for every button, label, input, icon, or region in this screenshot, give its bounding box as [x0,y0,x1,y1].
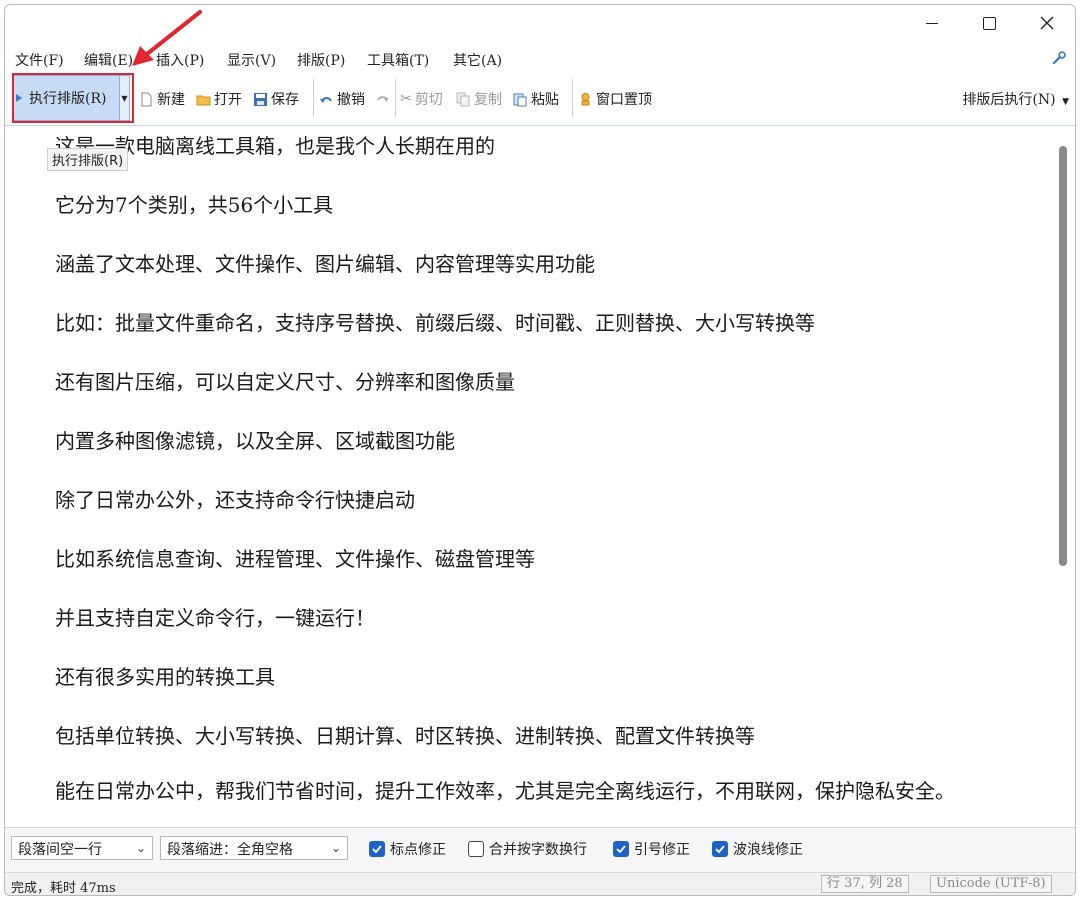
checkbox-checked-icon [369,841,385,857]
minimize-icon [926,22,938,24]
save-disk-icon [254,92,267,106]
paragraph: 还有很多实用的转换工具 [55,665,275,689]
options-bar: 段落间空一行 ⌄ 段落缩进：全角空格 ⌄ 标点修正 合并按字数换行 引号修正 波… [5,827,1075,872]
paragraph: 能在日常办公中，帮我们节省时间，提升工作效率，尤其是完全离线运行，不用联网，保护… [55,779,955,803]
cut-button[interactable]: ✂ 剪切 [400,89,443,109]
paste-icon [513,93,527,106]
copy-button[interactable]: 复制 [456,89,502,109]
close-button[interactable] [1019,5,1075,41]
chevron-down-icon: ⌄ [330,841,341,855]
copy-label: 复制 [474,92,502,108]
minimize-button[interactable] [904,5,960,41]
status-bar: 完成，耗时 47ms 行 37, 列 28 Unicode (UTF-8) [5,872,1075,896]
paragraph: 包括单位转换、大小写转换、日期计算、时区转换、进制转换、配置文件转换等 [55,724,755,748]
menu-file[interactable]: 文件(F) [15,50,64,70]
checkbox-checked-icon [712,841,728,857]
para-indent-value: 段落缩进：全角空格 [167,842,293,858]
para-spacing-value: 段落间空一行 [18,842,102,858]
title-bar [5,5,1075,45]
vertical-scrollbar[interactable] [1059,146,1067,566]
checkbox-label: 波浪线修正 [733,842,803,858]
paragraph: 并且支持自定义命令行，一键运行！ [55,606,375,630]
paragraph: 它分为7个类别，共56个小工具 [55,193,334,217]
paragraph: 还有图片压缩，可以自定义尺寸、分辨率和图像质量 [55,370,515,394]
cursor-position: 行 37, 列 28 [821,875,909,893]
para-indent-select[interactable]: 段落缩进：全角空格 ⌄ [160,836,348,860]
maximize-button[interactable] [961,5,1017,41]
caret-down-icon: ▼ [121,93,128,103]
save-button[interactable]: 保存 [253,89,299,109]
checkbox-label: 标点修正 [390,842,446,858]
pin-window-label: 窗口置顶 [596,92,652,108]
paragraph: 比如：批量文件重命名，支持序号替换、前缀后缀、时间戳、正则替换、大小写转换等 [55,311,815,335]
paragraph: 内置多种图像滤镜，以及全屏、区域截图功能 [55,429,455,453]
checkbox-punctuation[interactable]: 标点修正 [369,839,446,859]
run-layout-dropdown[interactable]: ▼ [120,75,130,121]
wrench-icon[interactable] [1051,50,1067,66]
menu-layout[interactable]: 排版(P) [297,50,345,70]
pin-icon [581,92,590,105]
new-label: 新建 [157,92,185,108]
checkbox-tilde[interactable]: 波浪线修正 [712,839,803,859]
checkbox-label: 引号修正 [634,842,690,858]
menu-view[interactable]: 显示(V) [227,50,276,70]
run-layout-label: 执行排版(R) [29,91,107,107]
undo-label: 撤销 [337,92,365,108]
new-button[interactable]: 新建 [139,89,185,109]
paragraph: 涵盖了文本处理、文件操作、图片编辑、内容管理等实用功能 [55,252,595,276]
close-icon [1040,16,1054,30]
chevron-down-icon: ⌄ [135,841,146,855]
caret-down-icon: ▼ [1062,97,1069,107]
para-spacing-select[interactable]: 段落间空一行 ⌄ [11,836,153,860]
new-file-icon [141,92,152,106]
folder-open-icon [196,95,211,105]
checkbox-label: 合并按字数换行 [489,842,587,858]
menu-toolbox[interactable]: 工具箱(T) [367,50,429,70]
checkbox-quotes[interactable]: 引号修正 [613,839,690,859]
scissors-icon: ✂ [400,91,412,107]
toolbar-divider [572,79,573,117]
toolbar-divider [395,79,396,117]
tooltip: 执行排版(R) [47,148,129,171]
play-icon [16,94,22,102]
menu-edit[interactable]: 编辑(E) [84,50,133,70]
toolbar: 执行排版(R) ▼ 新建 打开 保存 撤销 ✂ 剪切 复制 粘贴 窗口置顶 排版… [5,71,1075,126]
maximize-icon [982,16,996,30]
text-editor[interactable]: 这是一款电脑离线工具箱，也是我个人长期在用的 执行排版(R) 它分为7个类别，共… [5,126,1053,826]
cut-label: 剪切 [414,92,443,108]
paste-button[interactable]: 粘贴 [513,89,559,109]
toolbar-divider [313,79,314,117]
menu-insert[interactable]: 插入(P) [156,50,204,70]
copy-icon [456,92,470,106]
after-run-label: 排版后执行(N) [962,92,1056,108]
paste-label: 粘贴 [531,92,559,108]
app-window: 文件(F) 编辑(E) 插入(P) 显示(V) 排版(P) 工具箱(T) 其它(… [4,4,1076,896]
undo-icon [320,96,332,103]
run-layout-button[interactable]: 执行排版(R) [12,75,120,121]
redo-icon[interactable] [375,91,390,106]
checkbox-merge-wrap[interactable]: 合并按字数换行 [468,839,587,859]
pin-window-button[interactable]: 窗口置顶 [578,89,652,109]
undo-button[interactable]: 撤销 [319,89,365,109]
checkbox-unchecked-icon [468,841,484,857]
open-button[interactable]: 打开 [196,89,242,109]
menu-other[interactable]: 其它(A) [453,50,502,70]
menu-bar: 文件(F) 编辑(E) 插入(P) 显示(V) 排版(P) 工具箱(T) 其它(… [5,47,1075,71]
paragraph: 比如系统信息查询、进程管理、文件操作、磁盘管理等 [55,547,535,571]
save-label: 保存 [271,92,299,108]
open-label: 打开 [214,92,242,108]
after-run-dropdown[interactable]: 排版后执行(N) ▼ [962,89,1069,109]
paragraph: 除了日常办公外，还支持命令行快捷启动 [55,488,415,512]
checkbox-checked-icon [613,841,629,857]
status-message: 完成，耗时 47ms [11,881,116,896]
encoding-indicator: Unicode (UTF-8) [930,875,1052,893]
